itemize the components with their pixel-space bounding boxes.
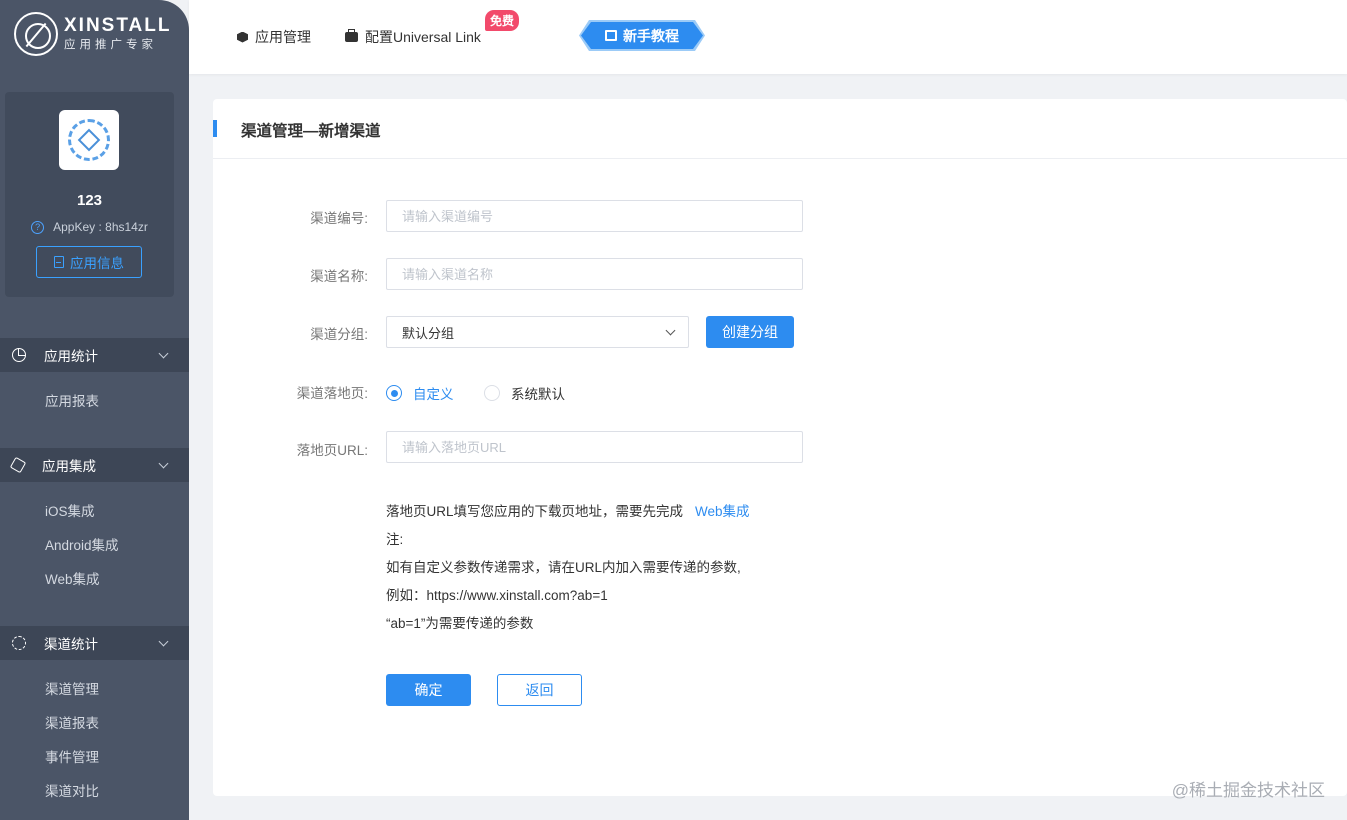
chevron-down-icon bbox=[158, 636, 169, 647]
card-header: 渠道管理—新增渠道 bbox=[213, 99, 1347, 159]
sidebar-item-event-manage[interactable]: 事件管理 bbox=[45, 746, 99, 766]
sidebar-item-web[interactable]: Web集成 bbox=[45, 568, 100, 588]
app-name: 123 bbox=[76, 192, 103, 209]
menu-group-channel-stats[interactable]: 渠道统计 bbox=[0, 626, 189, 660]
chevron-down-icon bbox=[158, 458, 169, 469]
menu-group-label: 应用统计 bbox=[44, 349, 98, 364]
nav-app-manage-label: 应用管理 bbox=[255, 29, 311, 45]
group-select[interactable]: 默认分组 bbox=[386, 316, 689, 348]
note-line-5: “ab=1”为需要传递的参数 bbox=[386, 616, 534, 631]
tutorial-label: 新手教程 bbox=[623, 27, 679, 44]
box-icon bbox=[237, 31, 248, 43]
menu-group-label: 渠道统计 bbox=[44, 637, 98, 652]
radio-system-default[interactable]: 系统默认 bbox=[484, 383, 565, 403]
sidebar-item-app-report[interactable]: 应用报表 bbox=[45, 390, 99, 410]
channel-name-label: 渠道名称: bbox=[310, 269, 368, 284]
logo-subtitle: 应用推广专家 bbox=[64, 39, 157, 51]
logo-title: XINSTALL bbox=[64, 15, 172, 36]
back-button[interactable]: 返回 bbox=[497, 674, 582, 706]
top-nav: 应用管理 配置Universal Link 免费 新手教程 bbox=[189, 0, 1347, 74]
tutorial-button[interactable]: 新手教程 bbox=[581, 22, 703, 49]
pie-chart-icon bbox=[12, 348, 26, 362]
note-line-4: 例如：https://www.xinstall.com?ab=1 bbox=[386, 588, 608, 603]
app-info-label: 应用信息 bbox=[70, 256, 124, 271]
book-icon bbox=[605, 30, 617, 41]
menu-group-label: 应用集成 bbox=[42, 459, 96, 474]
app-key: ? AppKey : 8hs14zr bbox=[5, 220, 174, 234]
sidebar-item-android[interactable]: Android集成 bbox=[45, 534, 119, 554]
radio-custom[interactable]: 自定义 bbox=[386, 383, 454, 403]
chevron-down-icon bbox=[665, 325, 676, 336]
note-text: 落地页URL填写您应用的下载页地址，需要先完成 bbox=[386, 504, 684, 519]
create-group-button[interactable]: 创建分组 bbox=[706, 316, 794, 348]
sidebar-item-ios[interactable]: iOS集成 bbox=[45, 500, 95, 520]
logo-icon bbox=[14, 12, 58, 56]
radio-dot bbox=[386, 385, 402, 401]
help-icon[interactable]: ? bbox=[31, 220, 45, 234]
channel-icon bbox=[12, 636, 26, 650]
web-integration-link[interactable]: Web集成 bbox=[695, 504, 750, 519]
main-card: 渠道管理—新增渠道 渠道编号: 渠道名称: 渠道分组: 默认分组 创建分组 渠道… bbox=[213, 99, 1347, 796]
nav-universal-link[interactable]: 配置Universal Link bbox=[345, 27, 481, 47]
sidebar: XINSTALL 应用推广专家 123 ? AppKey : 8hs14zr 应… bbox=[0, 0, 189, 820]
menu-group-app-stats[interactable]: 应用统计 bbox=[0, 338, 189, 372]
app-card: 123 ? AppKey : 8hs14zr 应用信息 bbox=[5, 92, 174, 297]
landing-label: 渠道落地页: bbox=[296, 386, 368, 401]
app-key-text: AppKey : 8hs14zr bbox=[53, 220, 148, 234]
sidebar-item-channel-manage[interactable]: 渠道管理 bbox=[45, 678, 99, 698]
nav-universal-link-label: 配置Universal Link bbox=[365, 29, 481, 45]
app-info-button[interactable]: 应用信息 bbox=[36, 246, 142, 278]
radio-custom-label: 自定义 bbox=[413, 387, 454, 402]
sidebar-item-channel-compare[interactable]: 渠道对比 bbox=[45, 780, 99, 800]
app-icon bbox=[59, 110, 119, 170]
channel-name-input[interactable] bbox=[386, 258, 803, 290]
channel-no-label: 渠道编号: bbox=[310, 211, 368, 226]
logo[interactable]: XINSTALL 应用推广专家 bbox=[14, 12, 171, 56]
url-label: 落地页URL: bbox=[296, 443, 368, 458]
note-line-2: 注: bbox=[386, 532, 404, 547]
note-line-1: 落地页URL填写您应用的下载页地址，需要先完成 Web集成 bbox=[386, 500, 750, 520]
radio-dot bbox=[484, 385, 500, 401]
chevron-down-icon bbox=[158, 348, 169, 359]
note-line-3: 如有自定义参数传递需求，请在URL内加入需要传递的参数, bbox=[386, 560, 741, 575]
sidebar-item-channel-report[interactable]: 渠道报表 bbox=[45, 712, 99, 732]
menu-group-app-integration[interactable]: 应用集成 bbox=[0, 448, 189, 482]
page-title: 渠道管理—新增渠道 bbox=[241, 123, 381, 140]
watermark: @稀土掘金技术社区 bbox=[1171, 781, 1325, 800]
nav-app-manage[interactable]: 应用管理 bbox=[237, 27, 311, 47]
group-select-value: 默认分组 bbox=[402, 325, 455, 341]
document-icon bbox=[54, 256, 64, 268]
confirm-button[interactable]: 确定 bbox=[386, 674, 471, 706]
group-label: 渠道分组: bbox=[310, 327, 368, 342]
radio-default-label: 系统默认 bbox=[511, 387, 565, 402]
channel-no-input[interactable] bbox=[386, 200, 803, 232]
cube-icon bbox=[9, 456, 27, 474]
free-badge: 免费 bbox=[485, 10, 520, 31]
briefcase-icon bbox=[345, 29, 358, 42]
landing-url-input[interactable] bbox=[386, 431, 803, 463]
